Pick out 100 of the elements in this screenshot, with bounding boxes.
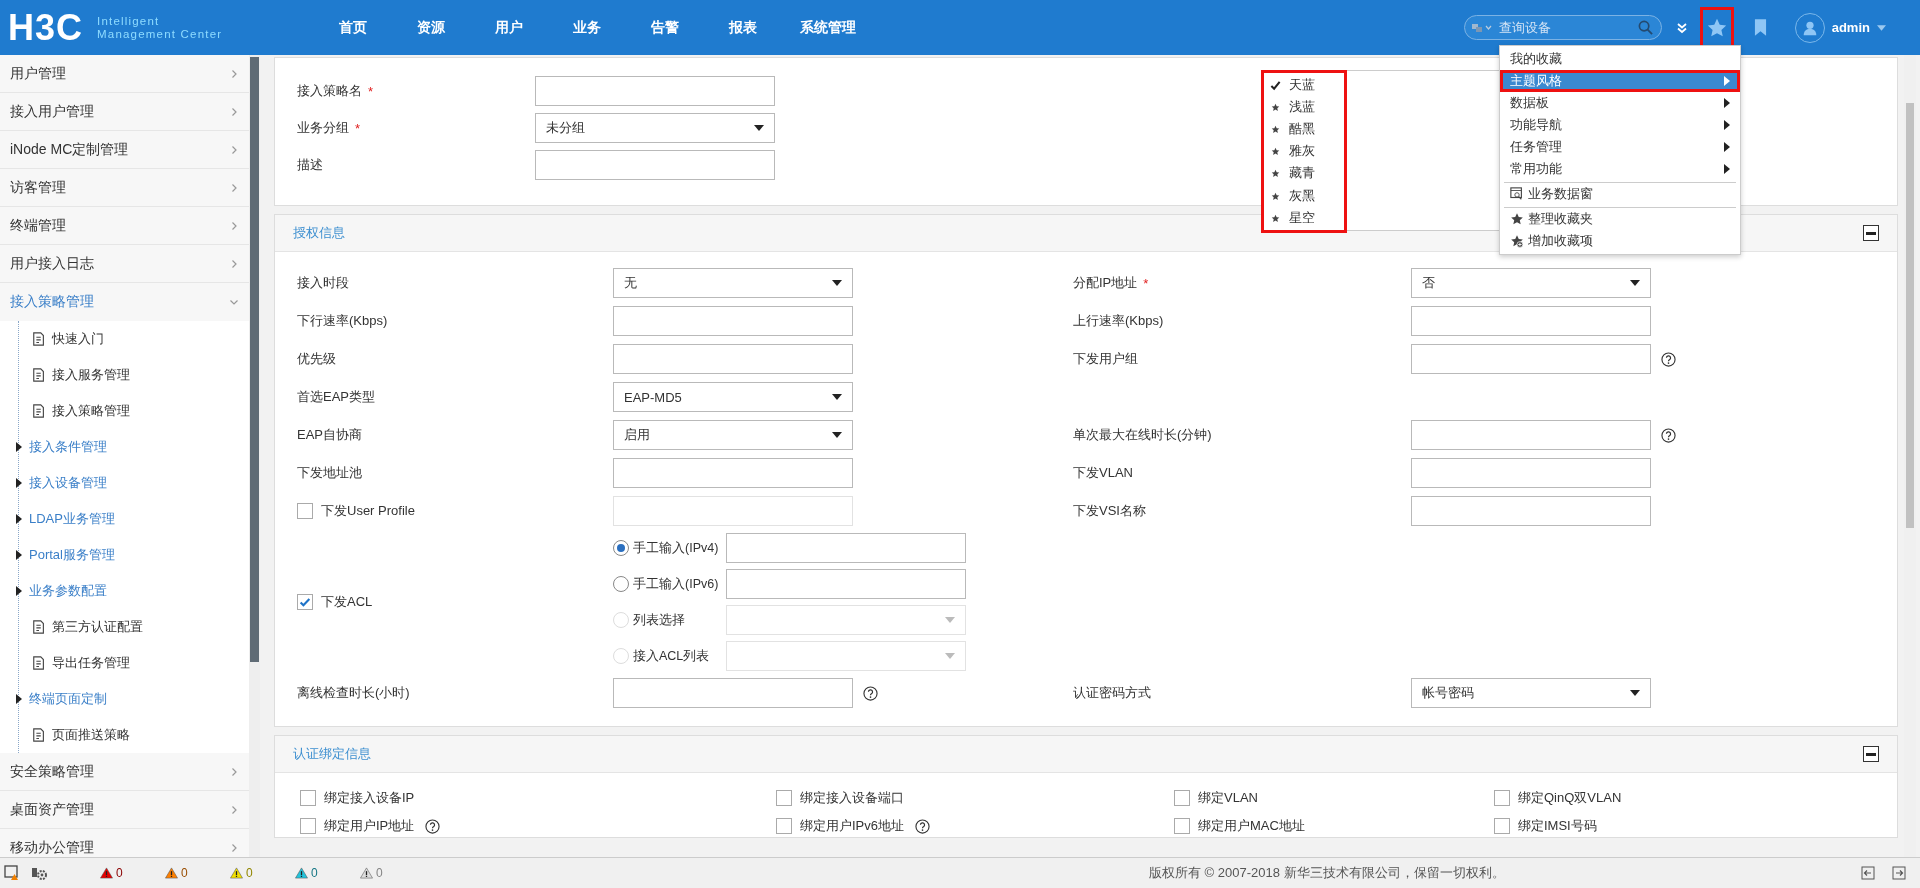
triangle-right-icon[interactable]	[16, 478, 22, 488]
sidebar-group[interactable]: 接入条件管理	[29, 438, 107, 456]
text-field[interactable]	[1411, 306, 1651, 336]
sidebar-group[interactable]: Portal服务管理	[29, 546, 115, 564]
menu-item[interactable]: 天蓝	[1289, 76, 1315, 94]
help-icon[interactable]	[863, 685, 878, 701]
checkbox[interactable]	[297, 594, 313, 610]
user-name[interactable]: admin	[1831, 20, 1870, 35]
help-icon[interactable]	[1661, 427, 1676, 443]
sidebar-item[interactable]: 接入用户管理	[0, 93, 249, 131]
sidebar-item[interactable]: 用户接入日志	[0, 245, 249, 283]
sidebar-item[interactable]: 安全策略管理	[0, 753, 249, 791]
scrollbar-thumb[interactable]	[1906, 103, 1914, 528]
triangle-right-icon[interactable]	[16, 514, 22, 524]
warning-icon[interactable]	[230, 867, 243, 879]
radio-button[interactable]	[613, 540, 629, 556]
text-field[interactable]	[726, 569, 966, 599]
checkbox[interactable]	[1174, 790, 1190, 806]
window-warning-icon[interactable]	[4, 865, 20, 881]
caret-icon[interactable]	[1877, 24, 1886, 31]
warning-icon[interactable]	[100, 867, 113, 879]
nav-link[interactable]: 资源	[392, 0, 470, 55]
select-field[interactable]: 启用	[613, 420, 853, 450]
triangle-right-icon[interactable]	[16, 442, 22, 452]
sidebar-item[interactable]: 桌面资产管理	[0, 791, 249, 829]
text-field[interactable]	[535, 76, 775, 106]
sidebar-subitem[interactable]: 页面推送策略	[52, 726, 130, 744]
nav-link[interactable]: 告警	[626, 0, 704, 55]
text-field[interactable]	[1411, 420, 1651, 450]
menu-item[interactable]: 增加收藏项	[1504, 230, 1736, 252]
exit-icon[interactable]	[1861, 866, 1875, 880]
menu-item[interactable]: 数据板	[1500, 92, 1740, 114]
brand-logo[interactable]: H3C	[8, 9, 84, 46]
triangle-right-icon[interactable]	[16, 550, 22, 560]
sidebar-item[interactable]: iNode MC定制管理	[0, 131, 249, 169]
menu-item[interactable]: 业务数据窗	[1504, 183, 1736, 205]
text-field[interactable]	[726, 533, 966, 563]
select-field[interactable]: 无	[613, 268, 853, 298]
collapse-button[interactable]	[1863, 746, 1879, 762]
text-field[interactable]	[1411, 458, 1651, 488]
checkbox[interactable]	[300, 790, 316, 806]
nav-link[interactable]: 业务	[548, 0, 626, 55]
sidebar-group[interactable]: LDAP业务管理	[29, 510, 115, 528]
nav-link[interactable]: 报表	[704, 0, 782, 55]
sidebar-subitem[interactable]: 第三方认证配置	[52, 618, 143, 636]
search-icon[interactable]	[1637, 20, 1653, 35]
sidebar-item[interactable]: 用户管理	[0, 55, 249, 93]
sidebar-item[interactable]: 接入策略管理	[0, 283, 249, 321]
sidebar-item[interactable]: 访客管理	[0, 169, 249, 207]
collapse-button[interactable]	[1863, 225, 1879, 241]
select-field[interactable]: 否	[1411, 268, 1651, 298]
nav-link[interactable]: 用户	[470, 0, 548, 55]
text-field[interactable]	[1411, 344, 1651, 374]
checkbox[interactable]	[300, 818, 316, 834]
expand-icon[interactable]	[1892, 866, 1906, 880]
help-icon[interactable]	[1661, 351, 1676, 367]
sidebar-item[interactable]: 终端管理	[0, 207, 249, 245]
menu-item[interactable]: 酷黑	[1289, 120, 1315, 138]
text-field[interactable]	[535, 150, 775, 180]
search-input[interactable]: 查询设备	[1498, 20, 1632, 35]
search-bar[interactable]: 查询设备	[1463, 15, 1662, 40]
menu-item[interactable]: 任务管理	[1500, 136, 1740, 158]
menu-item[interactable]: 功能导航	[1500, 114, 1740, 136]
triangle-right-icon[interactable]	[16, 694, 22, 704]
sidebar-subitem[interactable]: 导出任务管理	[52, 654, 130, 672]
text-field[interactable]	[613, 678, 853, 708]
sidebar-subitem[interactable]: 接入策略管理	[52, 402, 130, 420]
menu-item[interactable]: 主题风格	[1500, 70, 1740, 92]
sidebar-subitem[interactable]: 接入服务管理	[52, 366, 130, 384]
menu-item[interactable]: 整理收藏夹	[1504, 208, 1736, 230]
triangle-right-icon[interactable]	[16, 586, 22, 596]
help-icon[interactable]	[425, 818, 441, 834]
sidebar-group[interactable]: 接入设备管理	[29, 474, 107, 492]
menu-item[interactable]: 常用功能	[1500, 158, 1740, 180]
scrollbar-thumb[interactable]	[250, 57, 259, 662]
checkbox[interactable]	[776, 818, 792, 834]
text-field[interactable]	[1411, 496, 1651, 526]
warning-icon[interactable]	[295, 867, 308, 879]
menu-item[interactable]: 藏青	[1289, 165, 1315, 183]
menu-item[interactable]: 雅灰	[1289, 143, 1315, 161]
checkbox[interactable]	[776, 790, 792, 806]
select-field[interactable]: 未分组	[535, 113, 775, 143]
menu-item[interactable]: 我的收藏	[1500, 48, 1740, 70]
select-field[interactable]: 帐号密码	[1411, 678, 1651, 708]
double-chevron-icon[interactable]	[1675, 21, 1688, 34]
gear-icon[interactable]	[31, 865, 47, 881]
radio-button[interactable]	[613, 576, 629, 592]
checkbox[interactable]	[1494, 818, 1510, 834]
sidebar-subitem[interactable]: 快速入门	[52, 330, 104, 348]
select-field[interactable]: EAP-MD5	[613, 382, 853, 412]
text-field[interactable]	[613, 306, 853, 336]
nav-link[interactable]: 首页	[314, 0, 392, 55]
warning-icon[interactable]	[165, 867, 178, 879]
sidebar-group[interactable]: 终端页面定制	[29, 690, 107, 708]
text-field[interactable]	[613, 458, 853, 488]
text-field[interactable]	[613, 344, 853, 374]
help-icon[interactable]	[915, 818, 930, 834]
checkbox[interactable]	[1174, 818, 1190, 834]
menu-item[interactable]: 灰黑	[1289, 187, 1315, 205]
checkbox[interactable]	[1494, 790, 1510, 806]
